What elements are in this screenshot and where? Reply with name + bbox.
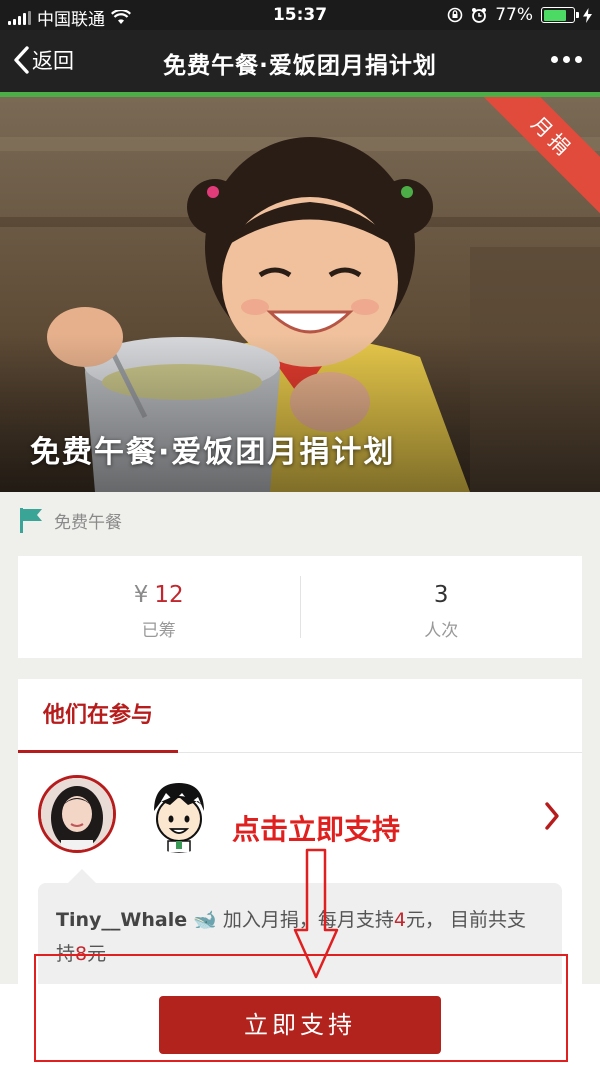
donation-count: 3 bbox=[433, 582, 449, 608]
participant-username: Tiny__Whale bbox=[56, 909, 188, 931]
battery-percent: 77% bbox=[495, 5, 533, 25]
rotation-lock-icon bbox=[447, 7, 463, 23]
organization-row[interactable]: 免费午餐 bbox=[18, 506, 122, 534]
raised-label: 已筹 bbox=[141, 621, 176, 641]
status-bar: 中国联通 15:37 77% bbox=[0, 0, 600, 30]
more-icon[interactable] bbox=[551, 56, 582, 63]
stats-card: ¥12 已筹 3 人次 bbox=[18, 556, 582, 658]
tab-bar: 他们在参与 bbox=[18, 679, 582, 753]
message-text-3: 元 bbox=[87, 943, 107, 965]
whale-emoji: 🐋 bbox=[193, 909, 217, 931]
hero-title: 免费午餐·爱饭团月捐计划 bbox=[30, 435, 396, 470]
count-label: 人次 bbox=[424, 621, 459, 641]
avatar[interactable] bbox=[140, 775, 218, 853]
avatar[interactable] bbox=[38, 775, 116, 853]
nav-bar: 返回 免费午餐·爱饭团月捐计划 bbox=[0, 30, 600, 92]
flag-icon bbox=[20, 508, 42, 533]
avatar-list bbox=[38, 775, 218, 853]
chevron-right-icon[interactable] bbox=[544, 801, 560, 831]
count-stat: 3 人次 bbox=[299, 576, 583, 641]
tab-participants[interactable]: 他们在参与 bbox=[18, 679, 178, 753]
alarm-icon bbox=[472, 8, 487, 23]
support-now-button[interactable]: 立即支持 bbox=[159, 996, 441, 1054]
battery-icon bbox=[541, 7, 579, 23]
message-text-1: 加入月捐，每月支持 bbox=[222, 909, 394, 931]
activity-message: Tiny__Whale 🐋 加入月捐，每月支持4元， 目前共支持8元 bbox=[38, 869, 562, 999]
charging-icon bbox=[583, 7, 592, 23]
total-amount: 8 bbox=[75, 943, 88, 965]
raised-stat: ¥12 已筹 bbox=[18, 556, 300, 658]
page-title: 免费午餐·爱饭团月捐计划 bbox=[163, 53, 437, 79]
monthly-amount: 4 bbox=[393, 909, 406, 931]
hero-banner: 免费午餐·爱饭团月捐计划 月捐 bbox=[0, 97, 600, 492]
currency-symbol: ¥ bbox=[133, 582, 149, 608]
annotation-label: 点击立即支持 bbox=[232, 813, 401, 846]
organization-name: 免费午餐 bbox=[54, 512, 122, 533]
raised-amount: 12 bbox=[154, 582, 184, 608]
